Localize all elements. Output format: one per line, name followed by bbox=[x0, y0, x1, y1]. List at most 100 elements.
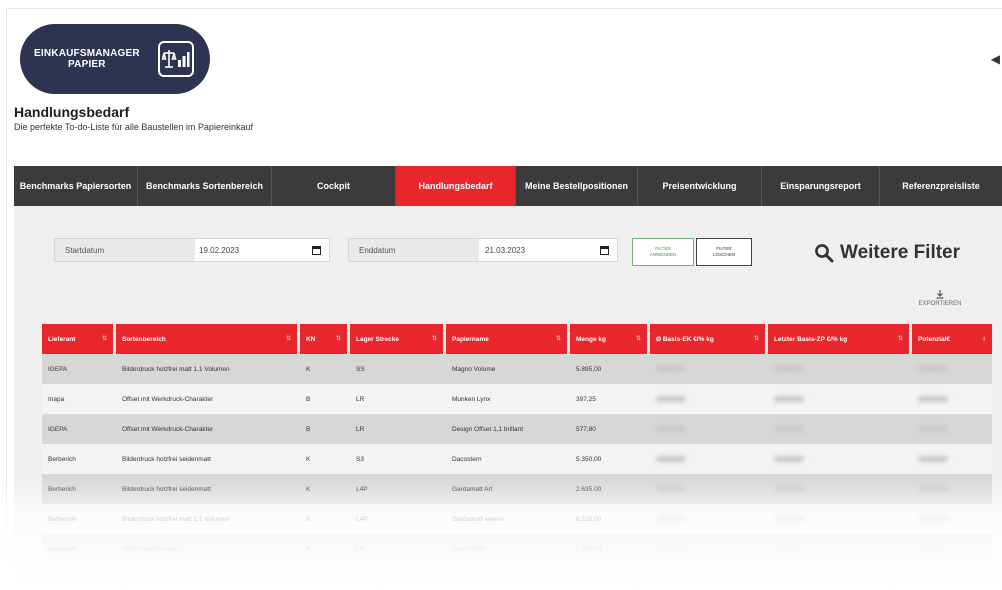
cell-kn: K bbox=[306, 515, 311, 523]
more-filters-label: Weitere Filter bbox=[840, 242, 961, 263]
table-header-row: Lieferant ⇅ Sortenbereich ⇅ KN ⇅ Lager Stre… bbox=[42, 324, 992, 354]
blurred-value bbox=[774, 366, 804, 372]
cell-basis-zp-blurred bbox=[768, 384, 912, 414]
app-logo[interactable]: EINKAUFSMANAGER PAPIER bbox=[20, 24, 210, 94]
cell-sortenbereich: Bilderdruck holzfrei seidenmatt bbox=[122, 485, 211, 493]
cell-potenzial-blurred bbox=[912, 534, 992, 564]
table-row[interactable]: IGEPA Offset mit Werkdruck-Charakter B L… bbox=[42, 414, 992, 444]
page-title: Handlungsbedarf bbox=[14, 104, 130, 120]
nav-einsparungsreport[interactable]: Einsparungsreport bbox=[762, 166, 880, 206]
nav-cockpit[interactable]: Cockpit bbox=[272, 166, 396, 206]
calendar-icon[interactable] bbox=[312, 245, 321, 255]
table-row[interactable]: Berberich Bilderdruck holzfrei matt 1,1 … bbox=[42, 504, 992, 534]
cell-kn: K bbox=[306, 545, 311, 553]
column-label: Ø Basis-EK €/% kg bbox=[656, 335, 714, 343]
column-header-potenzial[interactable]: Potenzial€ ↓ bbox=[912, 324, 992, 354]
end-date-field[interactable]: Enddatum 21.03.2023 bbox=[348, 238, 618, 262]
download-icon bbox=[936, 290, 944, 299]
sort-icon[interactable]: ⇅ bbox=[336, 335, 341, 342]
cell-papiername: Gardamatt Art bbox=[452, 485, 493, 493]
cell-basis-ek-blurred bbox=[650, 444, 768, 474]
column-header-papiername[interactable]: Papiername ⇅ bbox=[446, 324, 570, 354]
column-label: Sortenbereich bbox=[122, 335, 166, 343]
clear-filter-button[interactable]: FILTER LÖSCHEN bbox=[696, 238, 752, 266]
cell-basis-ek-blurred bbox=[650, 414, 768, 444]
scale-chart-icon bbox=[158, 41, 194, 77]
cell-lager-strecke: L4P bbox=[356, 515, 368, 523]
cell-menge: 6.225,00 bbox=[576, 515, 602, 523]
calendar-icon[interactable] bbox=[600, 245, 609, 255]
sort-desc-icon[interactable]: ↓ bbox=[982, 333, 986, 342]
cell-kn: K bbox=[306, 485, 311, 493]
column-header-letzter-basis-zp[interactable]: Letzter Basis-ZP €/% kg ⇅ bbox=[768, 324, 912, 354]
more-filters-button[interactable]: Weitere Filter bbox=[814, 242, 960, 264]
logo-line-1: EINKAUFSMANAGER bbox=[34, 48, 140, 59]
main-nav: Benchmarks Papiersorten Benchmarks Sorte… bbox=[14, 166, 1002, 206]
cell-papiername: Gardamatt eleven bbox=[452, 515, 504, 523]
blurred-value bbox=[774, 516, 804, 522]
sort-icon[interactable]: ⇅ bbox=[286, 335, 291, 342]
table-row[interactable]: IGEPA Bilderdruck holzfrei matt 1,1 Volu… bbox=[42, 354, 992, 384]
column-header-lager-strecke[interactable]: Lager Strecke ⇅ bbox=[350, 324, 446, 354]
cell-papiername: Munken Lynx bbox=[452, 395, 491, 403]
column-header-basis-ek[interactable]: Ø Basis-EK €/% kg ⇅ bbox=[650, 324, 768, 354]
blurred-value bbox=[656, 486, 686, 492]
nav-handlungsbedarf[interactable]: Handlungsbedarf bbox=[396, 166, 516, 206]
sort-icon[interactable]: ⇅ bbox=[102, 335, 107, 342]
cell-menge: 5.895,00 bbox=[576, 365, 602, 373]
column-header-sortenbereich[interactable]: Sortenbereich ⇅ bbox=[116, 324, 300, 354]
cell-lieferant: Berberich bbox=[48, 485, 76, 493]
cell-sortenbereich: Bilderdruck holzfrei matt 1,1 Volumen bbox=[122, 515, 230, 523]
nav-referenzpreisliste[interactable]: Referenzpreisliste bbox=[880, 166, 1002, 206]
start-date-label: Startdatum bbox=[55, 239, 195, 261]
cell-kn: K bbox=[306, 455, 311, 463]
cell-lager-strecke: S3 bbox=[356, 455, 364, 463]
nav-benchmarks-papiersorten[interactable]: Benchmarks Papiersorten bbox=[14, 166, 138, 206]
nav-benchmarks-sortenbereich[interactable]: Benchmarks Sortenbereich bbox=[138, 166, 272, 206]
sort-icon[interactable]: ⇅ bbox=[754, 335, 759, 342]
cell-kn: K bbox=[306, 365, 311, 373]
nav-meine-bestellpositionen[interactable]: Meine Bestellpositionen bbox=[516, 166, 638, 206]
logo-text: EINKAUFSMANAGER PAPIER bbox=[34, 48, 140, 70]
blurred-value bbox=[656, 396, 686, 402]
table-row[interactable]: Berberich Offset holzfrei weiß K LP Juno… bbox=[42, 534, 992, 564]
cell-lager-strecke: SS bbox=[356, 365, 365, 373]
cell-menge: 2.635,00 bbox=[576, 485, 602, 493]
cell-menge: 5.350,00 bbox=[576, 455, 602, 463]
column-label: Menge kg bbox=[576, 335, 606, 343]
apply-filter-line-2: ANWENDEN bbox=[649, 252, 677, 257]
clear-filter-line-2: LÖSCHEN bbox=[712, 252, 736, 257]
column-label: Lager Strecke bbox=[356, 335, 399, 343]
blurred-value bbox=[774, 426, 804, 432]
cell-basis-zp-blurred bbox=[768, 354, 912, 384]
sort-icon[interactable]: ⇅ bbox=[898, 335, 903, 342]
search-icon bbox=[815, 244, 834, 263]
cell-basis-zp-blurred bbox=[768, 474, 912, 504]
cell-lieferant: IGEPA bbox=[48, 365, 68, 373]
column-header-lieferant[interactable]: Lieferant ⇅ bbox=[42, 324, 116, 354]
blurred-value bbox=[918, 546, 948, 552]
cell-basis-ek-blurred bbox=[650, 384, 768, 414]
blurred-value bbox=[918, 516, 948, 522]
table-row[interactable]: Berberich Bilderdruck holzfrei seidenmat… bbox=[42, 474, 992, 504]
table-row[interactable]: Berberich Bilderdruck holzfrei seidenmat… bbox=[42, 444, 992, 474]
sort-icon[interactable]: ⇅ bbox=[556, 335, 561, 342]
nav-preisentwicklung[interactable]: Preisentwicklung bbox=[638, 166, 762, 206]
column-header-menge[interactable]: Menge kg ⇅ bbox=[570, 324, 650, 354]
start-date-field[interactable]: Startdatum 19.02.2023 bbox=[54, 238, 330, 262]
cell-lieferant: Berberich bbox=[48, 545, 76, 553]
sort-icon[interactable]: ⇅ bbox=[636, 335, 641, 342]
apply-filter-button[interactable]: FILTER ANWENDEN bbox=[632, 238, 694, 266]
cell-basis-ek-blurred bbox=[650, 534, 768, 564]
cell-menge: 397,25 bbox=[576, 395, 596, 403]
column-header-kn[interactable]: KN ⇅ bbox=[300, 324, 350, 354]
cell-potenzial-blurred bbox=[912, 354, 992, 384]
cell-lager-strecke: LP bbox=[356, 545, 364, 553]
cell-papiername: Juno Offset bbox=[452, 545, 486, 553]
blurred-value bbox=[918, 456, 948, 462]
sort-icon[interactable]: ⇅ bbox=[432, 335, 437, 342]
collapse-arrow-icon[interactable]: ◀ bbox=[991, 52, 1000, 66]
table-row[interactable]: Inapa Offset mit Werkdruck-Charakter B L… bbox=[42, 384, 992, 414]
export-button[interactable]: EXPORTIEREN bbox=[910, 290, 970, 307]
cell-potenzial-blurred bbox=[912, 504, 992, 534]
